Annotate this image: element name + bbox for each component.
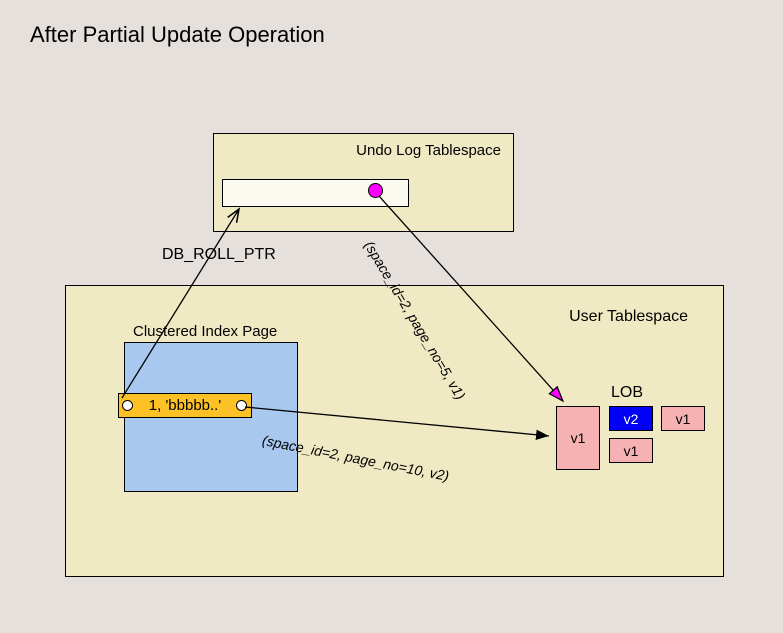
undo-log-tablespace-box: Undo Log Tablespace [213, 133, 514, 232]
undo-log-label: Undo Log Tablespace [356, 142, 501, 159]
lob-block-v1-bottom: v1 [609, 438, 653, 463]
lob-block-v1-main: v1 [556, 406, 600, 470]
row-roll-ptr-anchor [122, 400, 133, 411]
user-tablespace-label: User Tablespace [569, 308, 688, 326]
lob-label: LOB [611, 384, 643, 402]
clustered-index-page-box: Clustered Index Page 1, 'bbbbb..' [124, 342, 298, 492]
diagram-title: After Partial Update Operation [30, 22, 325, 48]
clustered-index-label: Clustered Index Page [133, 323, 277, 340]
lob-block-v2: v2 [609, 406, 653, 431]
undo-lob-ref-dot [368, 183, 383, 198]
row-record: 1, 'bbbbb..' [118, 393, 252, 418]
row-lob-ref-anchor [236, 400, 247, 411]
lob-block-v1-right: v1 [661, 406, 705, 431]
user-tablespace-box: User Tablespace Clustered Index Page 1, … [65, 285, 724, 577]
db-roll-ptr-label: DB_ROLL_PTR [162, 246, 276, 264]
